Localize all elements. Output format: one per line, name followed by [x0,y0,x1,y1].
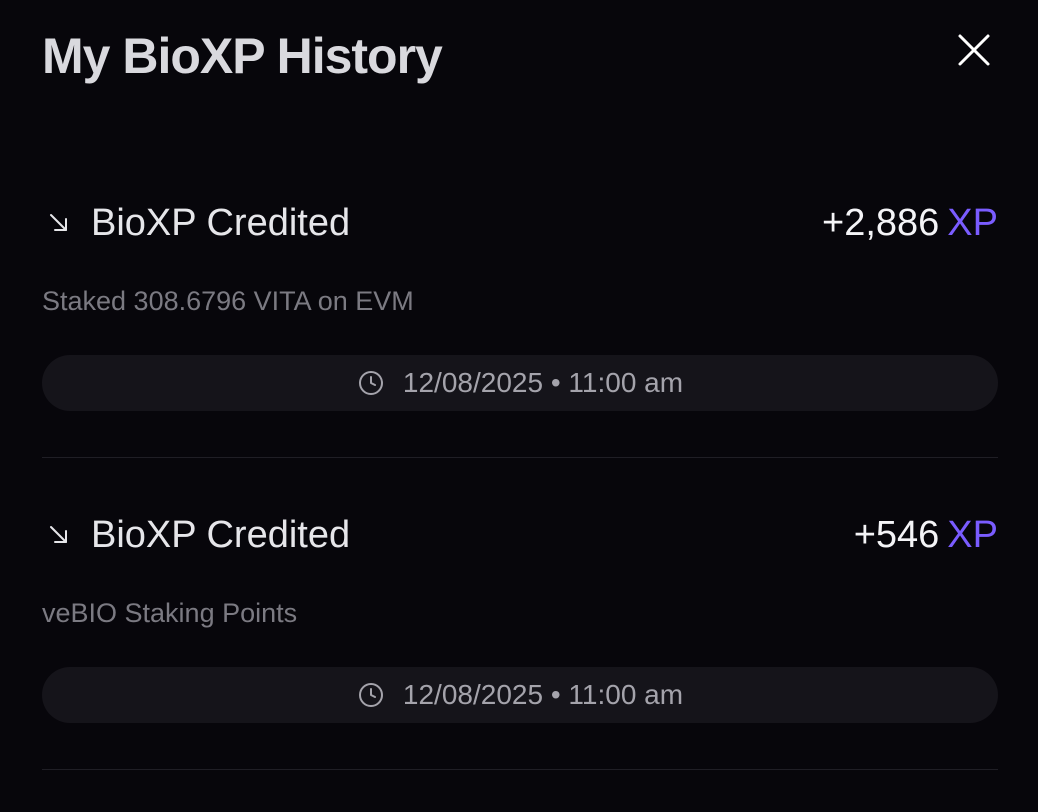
close-icon [958,34,990,66]
history-item-description: veBIO Staking Points [42,598,298,628]
xp-amount-value: +2,886 [822,202,940,244]
history-item-header: BioXP Credited +546 XP [42,502,998,568]
bioxp-history-modal: My BioXP History BioXP Credited +2,886 XP… [0,0,1038,812]
clock-icon [358,683,383,707]
close-button[interactable] [954,30,994,70]
divider [42,769,998,770]
timestamp-pill: 12/08/2025 • 11:00 am [42,355,998,411]
timestamp-text: 12/08/2025 • 11:00 am [402,679,684,710]
clock-icon [358,371,383,395]
history-item: BioXP Credited +546 XP veBIO Staking Poin… [42,502,998,812]
history-item-title: BioXP Credited [91,202,351,244]
xp-unit: XP [947,514,998,556]
divider [42,457,998,458]
arrow-down-right-icon [50,526,67,543]
xp-amount: +546 XP [854,512,998,558]
history-item-title: BioXP Credited [91,514,351,556]
timestamp-pill: 12/08/2025 • 11:00 am [42,667,998,723]
xp-unit: XP [947,202,998,244]
history-item: BioXP Credited +2,886 XP Staked 308.6796 … [42,190,998,502]
arrow-down-right-icon [50,214,67,231]
xp-amount-value: +546 [853,514,940,556]
history-item-description: Staked 308.6796 VITA on EVM [42,286,414,316]
history-item-header: BioXP Credited +2,886 XP [42,190,998,256]
xp-amount: +2,886 XP [822,200,998,246]
page-title: My BioXP History [42,28,443,84]
timestamp-text: 12/08/2025 • 11:00 am [402,367,684,398]
